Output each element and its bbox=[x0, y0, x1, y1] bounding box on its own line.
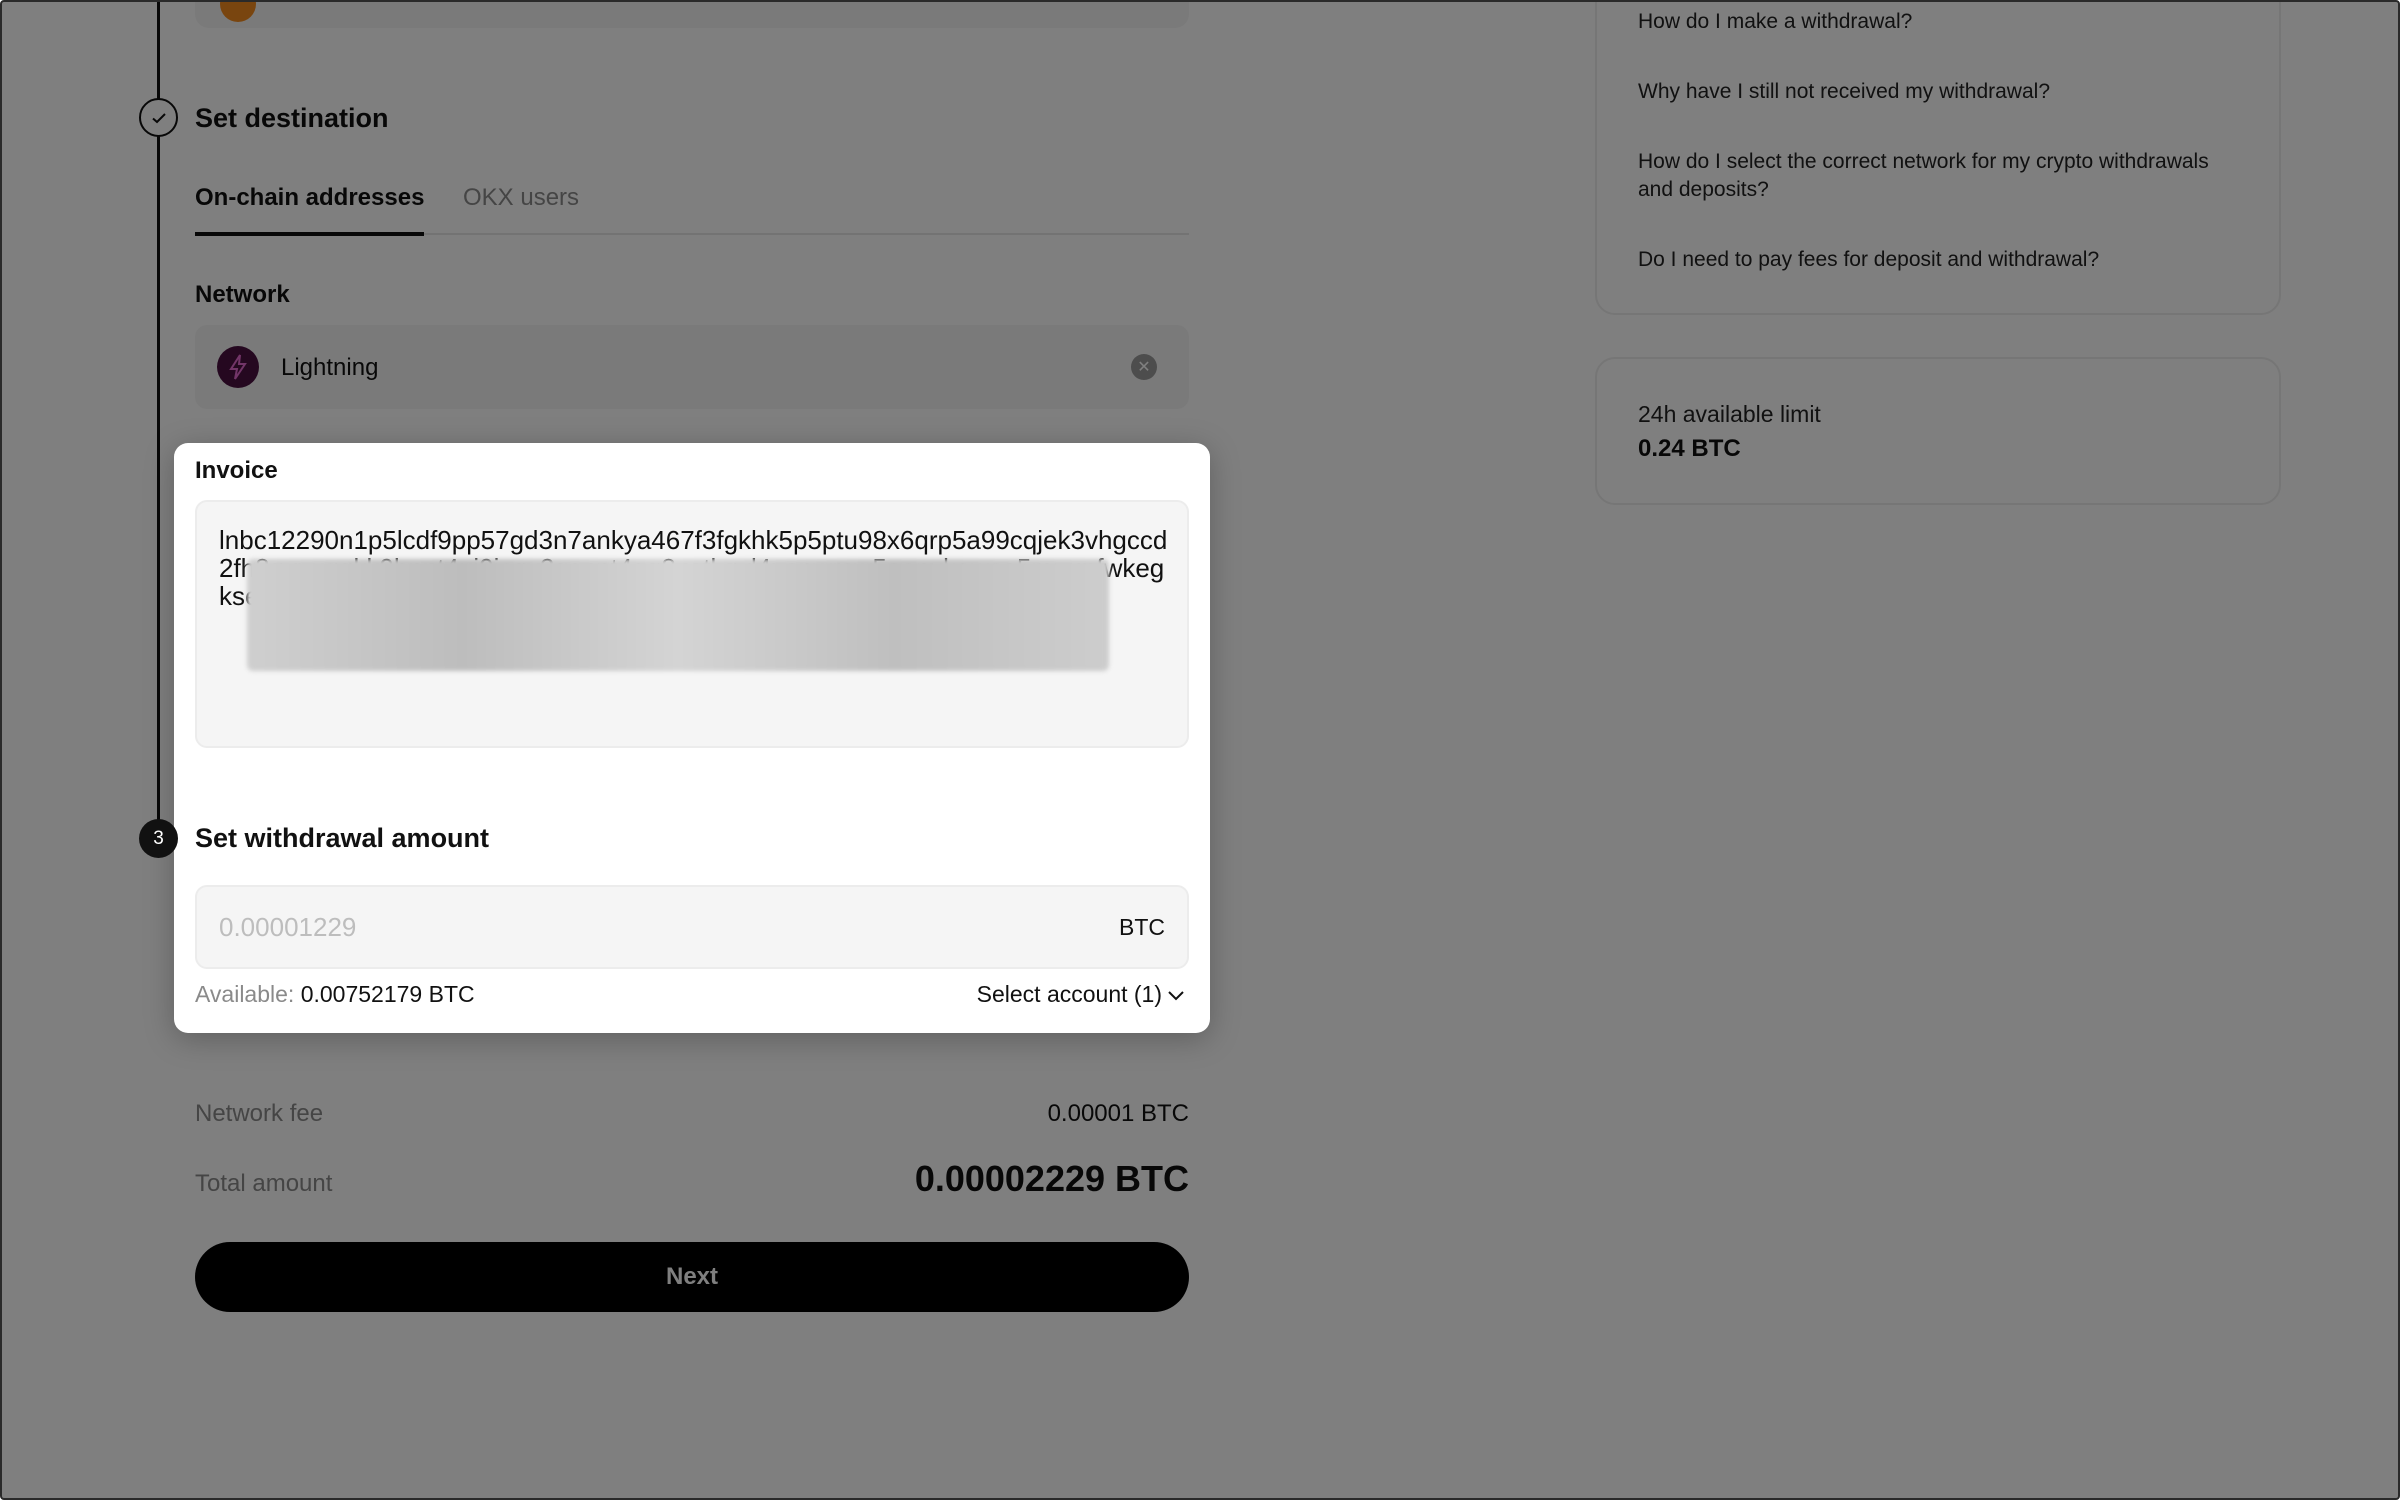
invoice-amount-modal: Invoice lnbc12290n1p5lcdf9pp57gd3n7ankya… bbox=[139, 443, 1210, 1033]
available-label: Available: bbox=[195, 981, 295, 1007]
invoice-label: Invoice bbox=[195, 457, 278, 484]
redaction-blur bbox=[247, 559, 1109, 671]
chevron-down-icon bbox=[1166, 981, 1186, 1008]
select-account-button[interactable]: Select account (1) bbox=[977, 981, 1186, 1008]
amount-input[interactable] bbox=[219, 887, 1019, 967]
available-value: 0.00752179 BTC bbox=[300, 981, 475, 1007]
step-number: 3 bbox=[139, 819, 178, 858]
amount-field[interactable]: BTC bbox=[195, 885, 1189, 969]
set-withdrawal-amount-title: Set withdrawal amount bbox=[195, 823, 490, 853]
available-balance: Available: 0.00752179 BTC bbox=[195, 981, 475, 1008]
amount-unit: BTC bbox=[1119, 914, 1165, 940]
invoice-field[interactable]: lnbc12290n1p5lcdf9pp57gd3n7ankya467f3fgk… bbox=[195, 500, 1189, 748]
select-account-label: Select account (1) bbox=[976, 981, 1162, 1007]
